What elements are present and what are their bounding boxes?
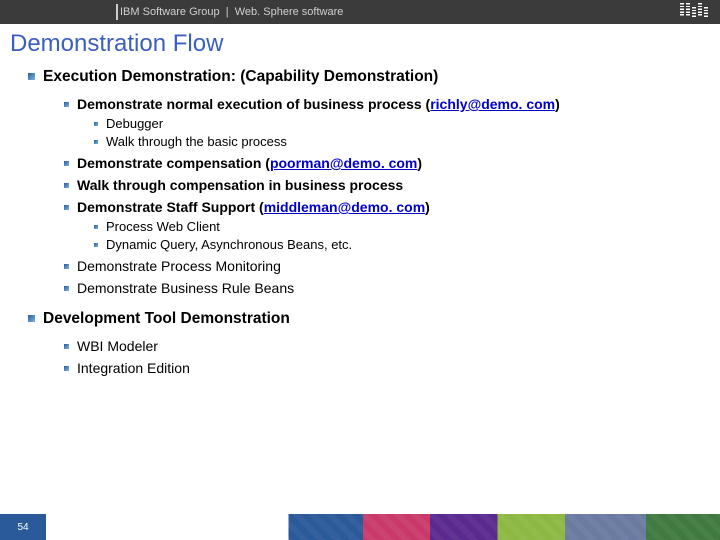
bullet-icon — [64, 205, 69, 210]
slide-footer: 54 — [0, 514, 720, 540]
slide-header: IBM Software Group | Web. Sphere softwar… — [0, 0, 720, 24]
bullet-icon — [94, 243, 98, 247]
bullet-icon — [64, 366, 69, 371]
item-label: WBI Modeler — [77, 338, 158, 354]
sub-item: Walk through the basic process — [94, 134, 702, 149]
header-accent — [116, 4, 118, 20]
email-link[interactable]: poorman@demo. com — [270, 155, 417, 171]
bullet-icon — [94, 225, 98, 229]
list-item: Demonstrate Business Rule Beans — [64, 280, 702, 296]
section-item: Development Tool Demonstration WBI Modele… — [28, 310, 702, 376]
ibm-logo-icon — [680, 3, 708, 17]
bullet-icon — [94, 122, 98, 126]
header-group: IBM Software Group — [120, 6, 220, 18]
list-item: Demonstrate normal execution of business… — [64, 96, 702, 149]
list-item: Demonstrate Process Monitoring — [64, 258, 702, 274]
email-link[interactable]: richly@demo. com — [430, 96, 555, 112]
sub-label: Dynamic Query, Asynchronous Beans, etc. — [106, 237, 352, 252]
item-label: Demonstrate compensation (poorman@demo. … — [77, 155, 422, 171]
bullet-icon — [64, 286, 69, 291]
slide-title: Demonstration Flow — [0, 24, 720, 68]
item-label: Demonstrate normal execution of business… — [77, 96, 560, 112]
section-item: Execution Demonstration: (Capability Dem… — [28, 68, 702, 296]
item-label: Integration Edition — [77, 360, 190, 376]
sub-item: Debugger — [94, 116, 702, 131]
header-product: Web. Sphere software — [235, 6, 344, 18]
sub-item: Process Web Client — [94, 219, 702, 234]
item-label: Demonstrate Business Rule Beans — [77, 280, 294, 296]
bullet-icon — [64, 344, 69, 349]
list-item: WBI Modeler — [64, 338, 702, 354]
item-label: Walk through compensation in business pr… — [77, 177, 403, 193]
section-heading: Execution Demonstration: (Capability Dem… — [43, 68, 438, 86]
section-heading: Development Tool Demonstration — [43, 310, 290, 328]
bullet-icon — [28, 73, 35, 80]
list-item: Demonstrate Staff Support (middleman@dem… — [64, 199, 702, 252]
footer-strip — [46, 514, 720, 540]
sub-item: Dynamic Query, Asynchronous Beans, etc. — [94, 237, 702, 252]
email-link[interactable]: middleman@demo. com — [264, 199, 425, 215]
sub-label: Walk through the basic process — [106, 134, 287, 149]
bullet-icon — [28, 315, 35, 322]
bullet-icon — [64, 161, 69, 166]
page-number: 54 — [0, 514, 46, 540]
list-item: Walk through compensation in business pr… — [64, 177, 702, 193]
list-item: Demonstrate compensation (poorman@demo. … — [64, 155, 702, 171]
item-label: Demonstrate Staff Support (middleman@dem… — [77, 199, 430, 215]
header-sep: | — [220, 6, 235, 18]
bullet-icon — [64, 264, 69, 269]
bullet-icon — [94, 140, 98, 144]
item-label: Demonstrate Process Monitoring — [77, 258, 281, 274]
slide-content: Execution Demonstration: (Capability Dem… — [0, 68, 720, 376]
list-item: Integration Edition — [64, 360, 702, 376]
bullet-icon — [64, 102, 69, 107]
sub-label: Debugger — [106, 116, 163, 131]
sub-label: Process Web Client — [106, 219, 220, 234]
bullet-icon — [64, 183, 69, 188]
